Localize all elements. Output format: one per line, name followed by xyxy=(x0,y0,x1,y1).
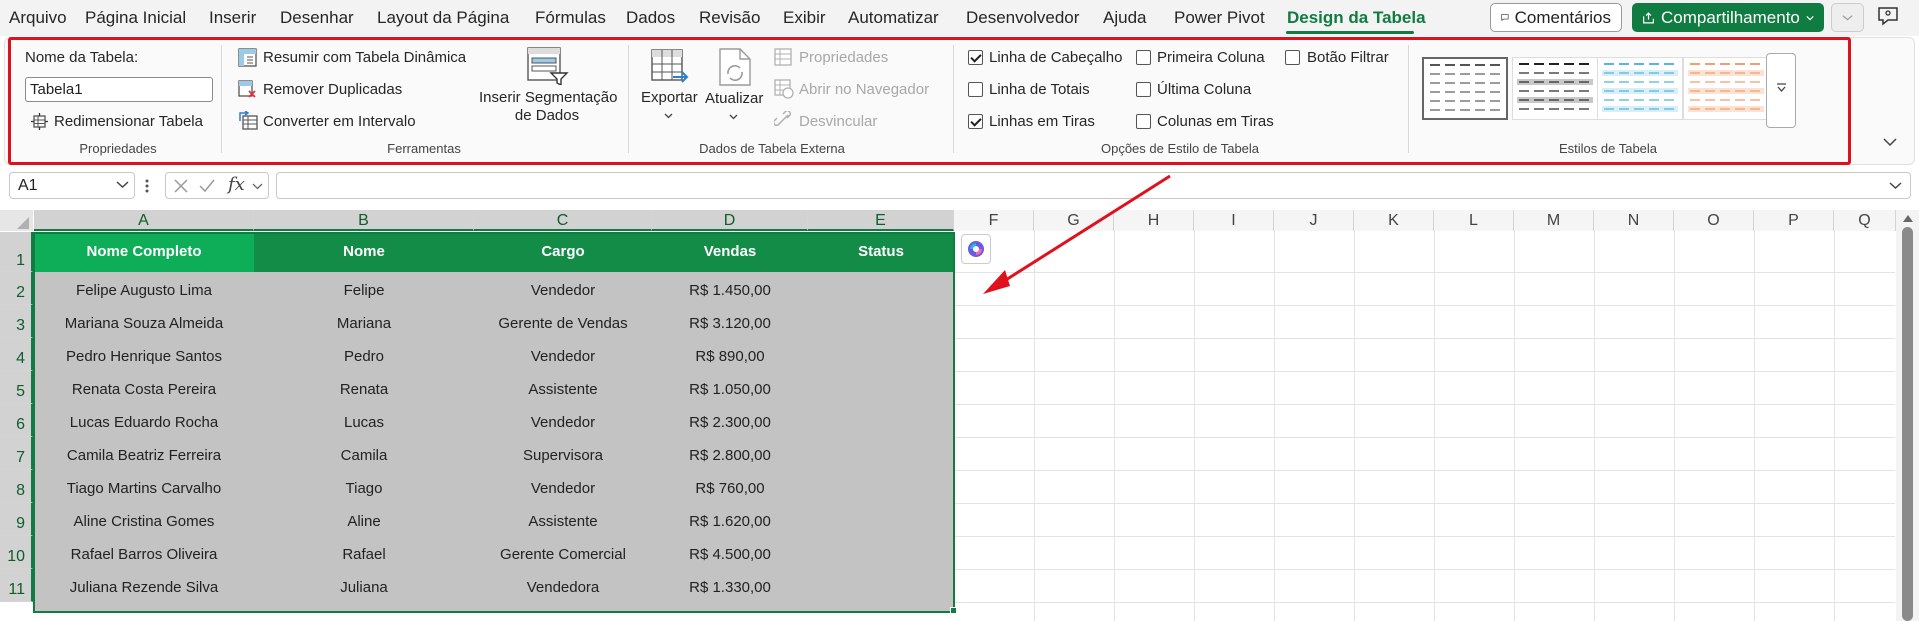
chevron-down-icon xyxy=(116,181,129,189)
menu-tab-desenhar[interactable]: Desenhar xyxy=(280,8,354,28)
annotation-arrow xyxy=(983,174,1171,294)
row-header-2[interactable]: 2 xyxy=(0,272,33,305)
formula-buttons: fx xyxy=(165,172,269,199)
comment-icon xyxy=(1501,14,1509,22)
column-header-i[interactable]: I xyxy=(1194,210,1274,231)
scroll-up-icon[interactable] xyxy=(1903,215,1913,222)
column-header-c[interactable]: C xyxy=(474,210,652,231)
row-header-11[interactable]: 11 xyxy=(0,569,33,602)
comments-button[interactable]: Comentários xyxy=(1490,3,1622,32)
grid-line xyxy=(1594,231,1595,621)
name-box-value: A1 xyxy=(18,177,38,194)
expand-toolbar-button[interactable] xyxy=(1831,3,1864,32)
column-header-q[interactable]: Q xyxy=(1834,210,1896,231)
menu-tab-desenvolvedor[interactable]: Desenvolvedor xyxy=(966,8,1079,28)
menu-tab-ajuda[interactable]: Ajuda xyxy=(1103,8,1146,28)
select-all-corner[interactable] xyxy=(0,210,33,231)
menu-tab-pagina-inicial[interactable]: Página Inicial xyxy=(85,8,186,28)
grid-line xyxy=(1674,231,1675,621)
menu-tab-exibir[interactable]: Exibir xyxy=(783,8,826,28)
menu-tab-inserir[interactable]: Inserir xyxy=(209,8,256,28)
row-header-7[interactable]: 7 xyxy=(0,437,33,470)
column-header-a[interactable]: A xyxy=(34,210,254,231)
share-label: Compartilhamento xyxy=(1660,7,1800,27)
grid-line xyxy=(955,338,1895,339)
grid-line xyxy=(1434,231,1435,621)
grid-line xyxy=(955,470,1895,471)
column-header-o[interactable]: O xyxy=(1674,210,1754,231)
feedback-icon[interactable] xyxy=(1876,6,1900,28)
table-resize-handle[interactable] xyxy=(950,607,957,614)
column-header-m[interactable]: M xyxy=(1514,210,1594,231)
share-button[interactable]: Compartilhamento xyxy=(1632,3,1824,32)
menu-tab-automatizar[interactable]: Automatizar xyxy=(848,8,939,28)
vertical-scrollbar[interactable] xyxy=(1896,210,1919,621)
menu-tab-arquivo[interactable]: Arquivo xyxy=(9,8,67,28)
chevron-down-icon[interactable] xyxy=(1889,182,1902,190)
column-header-k[interactable]: K xyxy=(1354,210,1434,231)
active-tab-indicator xyxy=(1286,31,1414,34)
grid-line xyxy=(1194,231,1195,621)
grid-line xyxy=(1754,231,1755,621)
row-header-3[interactable]: 3 xyxy=(0,305,33,338)
menu-tab-power-pivot[interactable]: Power Pivot xyxy=(1174,8,1265,28)
grid-line xyxy=(955,404,1895,405)
chevron-down-icon xyxy=(1806,15,1814,20)
column-header-e[interactable]: E xyxy=(808,210,954,231)
column-header-n[interactable]: N xyxy=(1594,210,1674,231)
row-header-1[interactable]: 1 xyxy=(0,232,33,272)
grid-line xyxy=(1354,231,1355,621)
grid-line xyxy=(1834,231,1835,621)
share-icon xyxy=(1643,11,1654,23)
grid-line xyxy=(1514,231,1515,621)
column-header-j[interactable]: J xyxy=(1274,210,1354,231)
check-icon[interactable] xyxy=(199,179,215,193)
cancel-icon[interactable] xyxy=(174,179,188,193)
row-header-6[interactable]: 6 xyxy=(0,404,33,437)
menu-tab-design-da-tabela[interactable]: Design da Tabela xyxy=(1287,8,1426,28)
table-selection-border xyxy=(33,232,955,613)
column-header-p[interactable]: P xyxy=(1754,210,1834,231)
comments-label: Comentários xyxy=(1514,7,1611,27)
row-header-8[interactable]: 8 xyxy=(0,470,33,503)
scroll-thumb[interactable] xyxy=(1902,227,1913,621)
menu-tab-revisao[interactable]: Revisão xyxy=(699,8,760,28)
grid-line xyxy=(955,503,1895,504)
chevron-down-icon xyxy=(252,183,263,190)
grid-line xyxy=(955,569,1895,570)
row-header-5[interactable]: 5 xyxy=(0,371,33,404)
grid-line xyxy=(955,371,1895,372)
menu-tab-dados[interactable]: Dados xyxy=(626,8,675,28)
row-header-4[interactable]: 4 xyxy=(0,338,33,371)
grid-line xyxy=(955,536,1895,537)
menu-tab-formulas[interactable]: Fórmulas xyxy=(535,8,606,28)
ribbon-highlight-annotation xyxy=(8,37,1851,165)
more-options-icon[interactable] xyxy=(145,178,149,194)
grid-line xyxy=(955,602,1895,603)
row-header-9[interactable]: 9 xyxy=(0,503,33,536)
grid-line xyxy=(1274,231,1275,621)
row-header-10[interactable]: 10 xyxy=(0,536,33,569)
column-header-d[interactable]: D xyxy=(652,210,808,231)
column-header-l[interactable]: L xyxy=(1434,210,1514,231)
grid-line xyxy=(955,437,1895,438)
insert-function-icon[interactable]: fx xyxy=(228,174,245,195)
column-header-b[interactable]: B xyxy=(254,210,474,231)
menu-tab-layout-da-pagina[interactable]: Layout da Página xyxy=(377,8,509,28)
grid-line xyxy=(955,305,1895,306)
collapse-ribbon-icon[interactable] xyxy=(1883,138,1897,147)
chevron-down-icon xyxy=(1842,14,1853,20)
